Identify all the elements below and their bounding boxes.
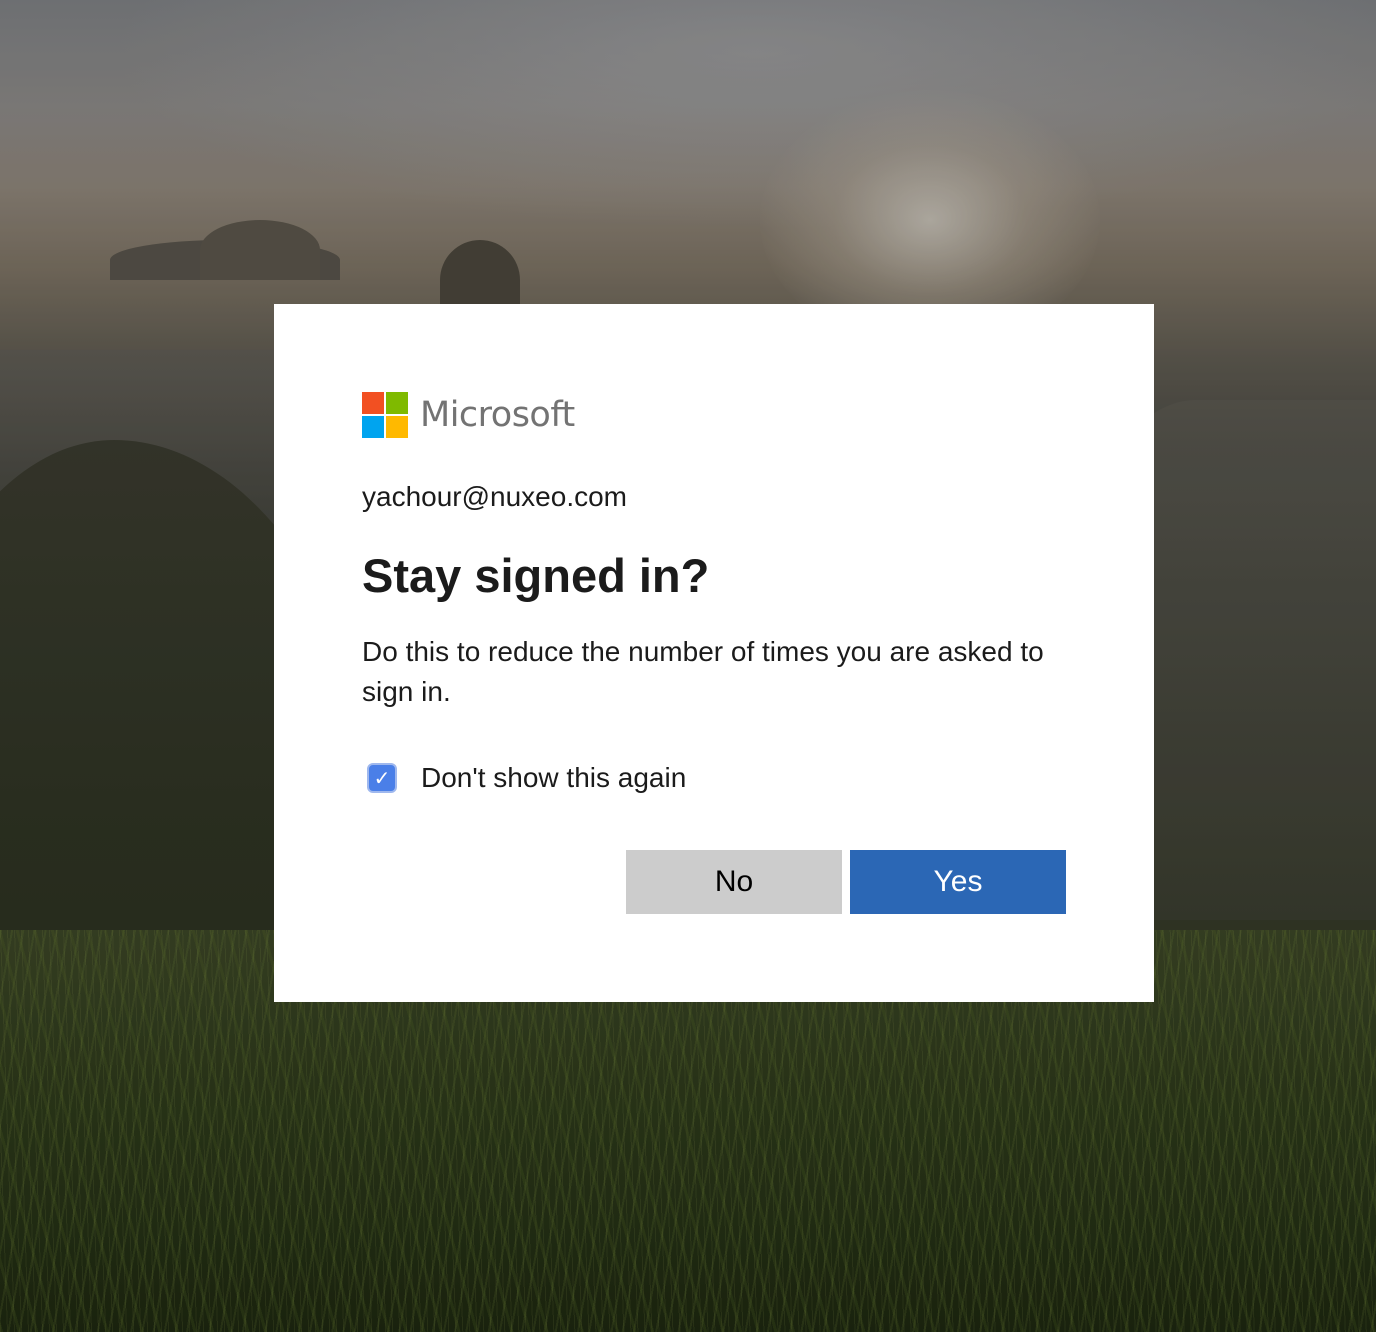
description-text: Do this to reduce the number of times yo… (362, 636, 1044, 707)
microsoft-logo-icon (362, 392, 408, 438)
checkmark-icon: ✓ (373, 766, 391, 790)
stay-signed-in-dialog: Microsoft yachour@nuxeo.com Stay signed … (274, 304, 1154, 1002)
brand-header: Microsoft (362, 392, 1066, 438)
brand-name: Microsoft (420, 395, 575, 435)
yes-button[interactable]: Yes (850, 850, 1066, 914)
logo-square-yellow (386, 416, 408, 438)
no-button[interactable]: No (626, 850, 842, 914)
logo-square-red (362, 392, 384, 414)
account-email: yachour@nuxeo.com (362, 481, 628, 512)
button-row: No Yes (626, 850, 1066, 914)
logo-square-green (386, 392, 408, 414)
logo-square-blue (362, 416, 384, 438)
page-title: Stay signed in? (362, 549, 710, 602)
dont-show-again-checkbox[interactable]: ✓ (367, 763, 397, 793)
dont-show-again-row[interactable]: ✓ Don't show this again (362, 758, 1066, 798)
dont-show-again-label[interactable]: Don't show this again (421, 758, 686, 798)
